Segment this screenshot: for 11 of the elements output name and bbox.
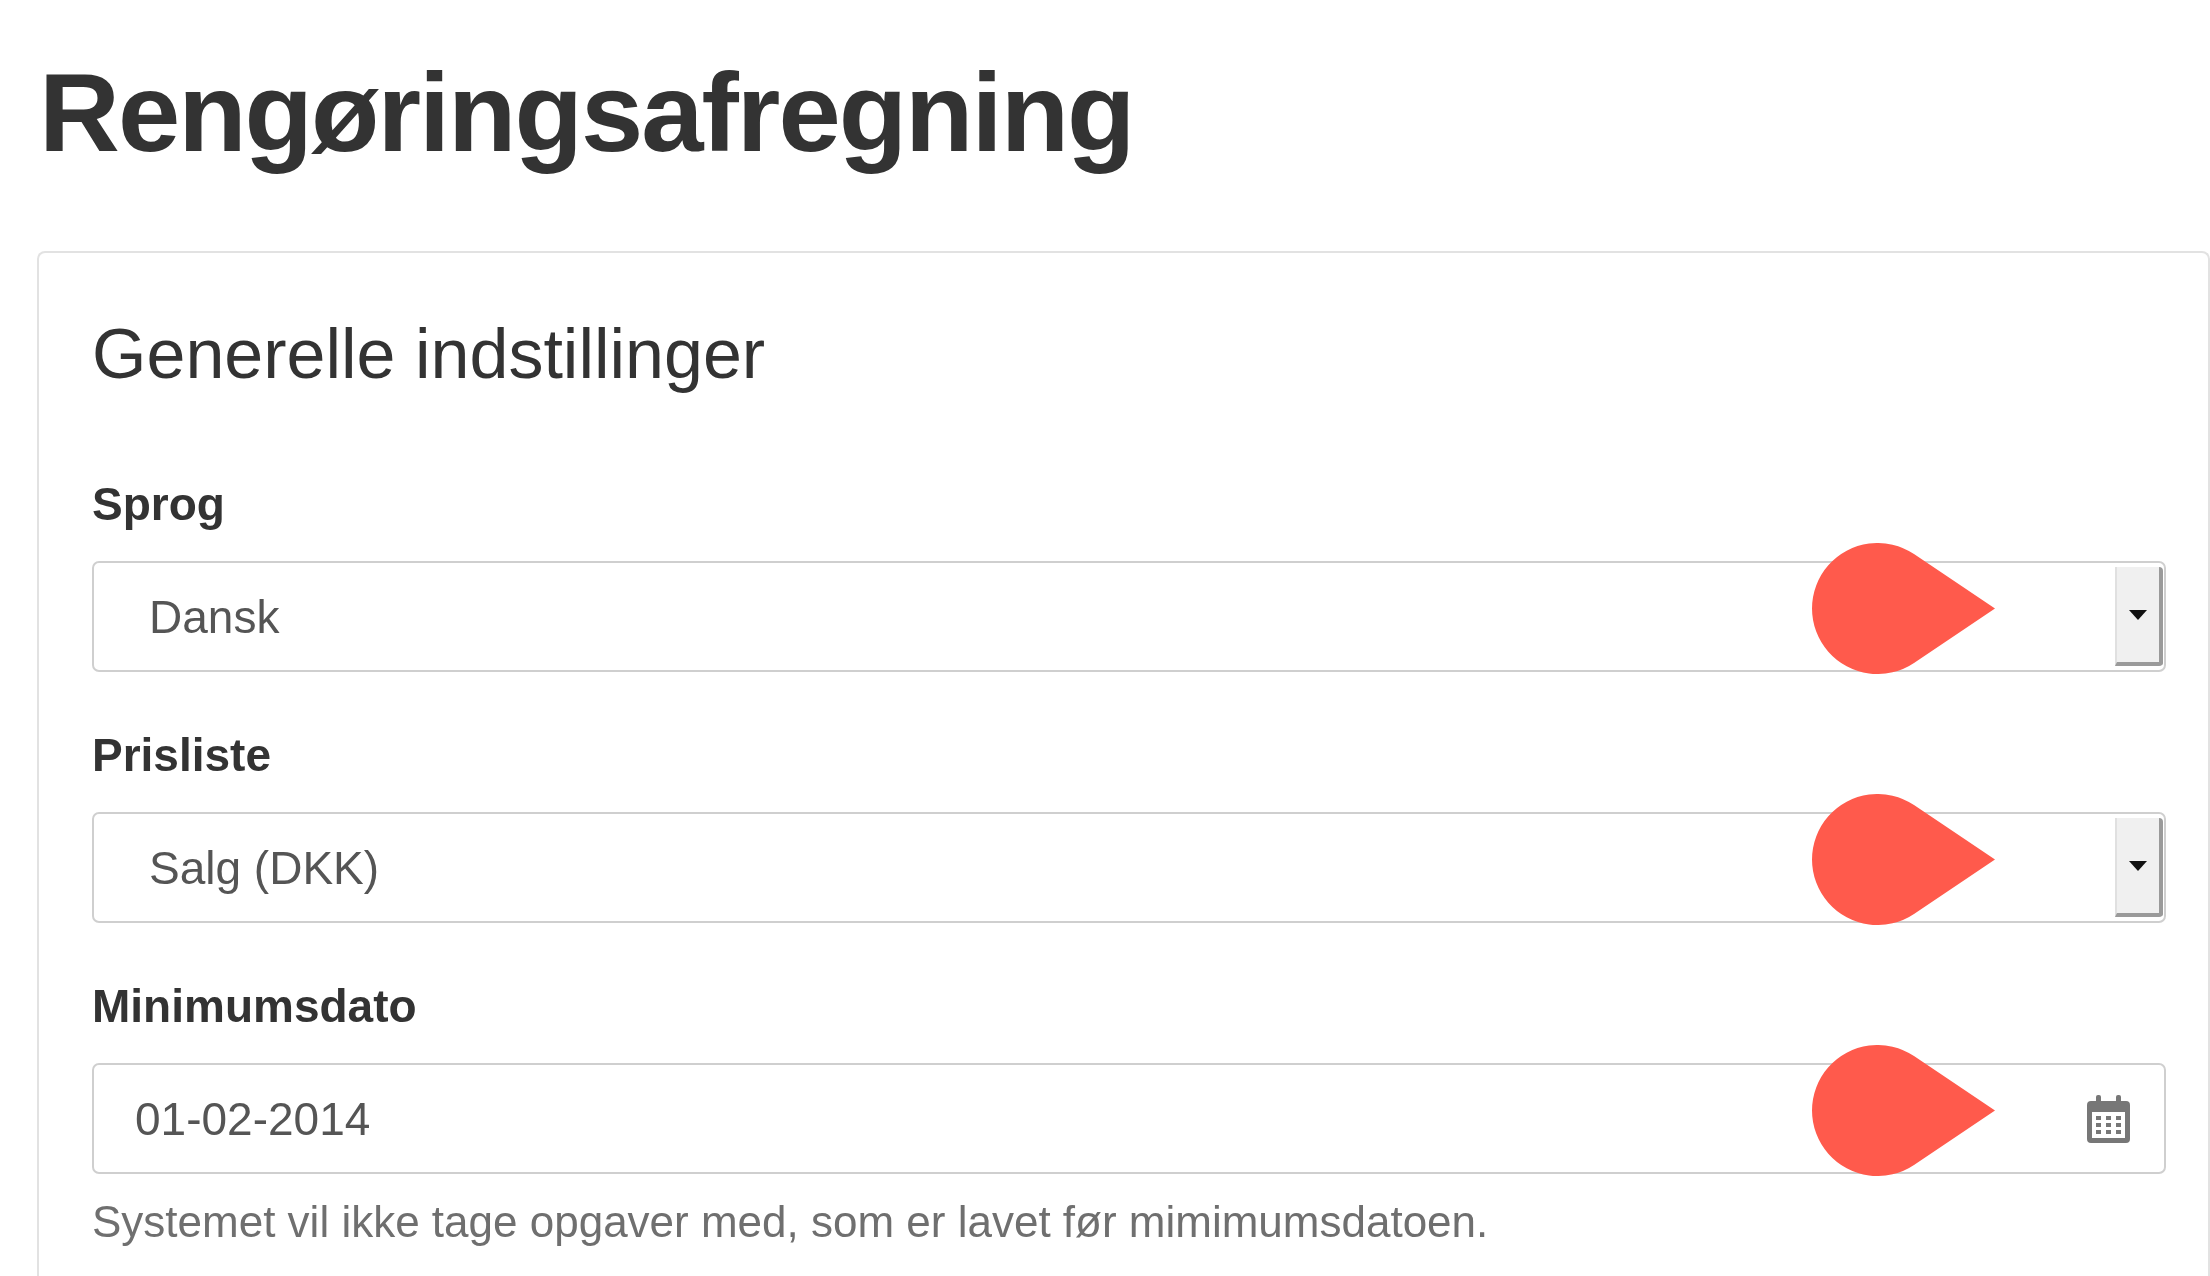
help-text: Systemet vil ikke tage opgaver med, som er lavet før mimimumsdatoen.	[92, 1196, 1489, 1248]
field-label: Minimumsdato	[92, 979, 417, 1034]
page-title: Rengøringsafregning	[39, 49, 1134, 177]
field-label: Sprog	[92, 477, 225, 532]
caret-icon	[2129, 609, 2147, 620]
dropdown-button[interactable]	[2115, 818, 2163, 917]
calendar-icon[interactable]	[2087, 1094, 2130, 1143]
panel-title: Generelle indstillinger	[92, 314, 766, 395]
field-label: Prisliste	[92, 728, 271, 783]
dropdown-button[interactable]	[2115, 567, 2163, 666]
caret-icon	[2129, 860, 2147, 871]
